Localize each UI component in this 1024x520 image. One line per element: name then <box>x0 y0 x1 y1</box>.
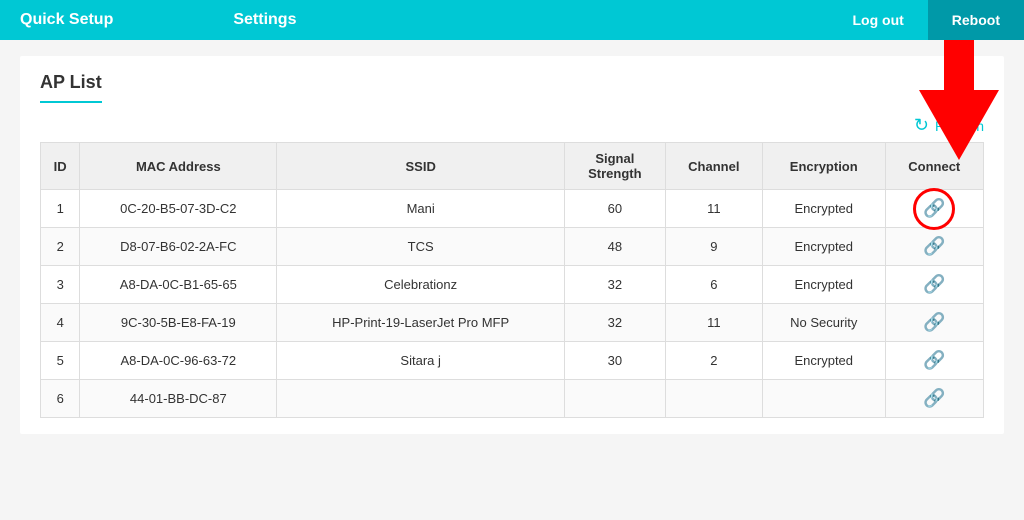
ap-list-table: ID MAC Address SSID SignalStrength Chann… <box>40 142 984 418</box>
cell-mac: 44-01-BB-DC-87 <box>80 380 277 418</box>
nav-right: Log out Reboot <box>828 0 1024 40</box>
cell-encryption: Encrypted <box>763 228 886 266</box>
page-title: AP List <box>40 72 102 103</box>
cell-channel: 2 <box>665 342 762 380</box>
cell-ssid: HP-Print-19-LaserJet Pro MFP <box>277 304 565 342</box>
table-header-row: ID MAC Address SSID SignalStrength Chann… <box>41 143 984 190</box>
table-row: 3 A8-DA-0C-B1-65-65 Celebrationz 32 6 En… <box>41 266 984 304</box>
table-row: 4 9C-30-5B-E8-FA-19 HP-Print-19-LaserJet… <box>41 304 984 342</box>
cell-ssid <box>277 380 565 418</box>
cell-ssid: Sitara j <box>277 342 565 380</box>
reboot-button[interactable]: Reboot <box>928 0 1024 40</box>
toolbar: ↻ Refresh <box>40 115 984 136</box>
cell-id: 6 <box>41 380 80 418</box>
table-row: 1 0C-20-B5-07-3D-C2 Mani 60 11 Encrypted… <box>41 190 984 228</box>
connect-icon[interactable]: 🔗 <box>923 388 945 409</box>
cell-channel: 9 <box>665 228 762 266</box>
table-row: 6 44-01-BB-DC-87 🔗 <box>41 380 984 418</box>
cell-mac: D8-07-B6-02-2A-FC <box>80 228 277 266</box>
cell-signal: 32 <box>565 304 666 342</box>
table-row: 5 A8-DA-0C-96-63-72 Sitara j 30 2 Encryp… <box>41 342 984 380</box>
cell-ssid: Celebrationz <box>277 266 565 304</box>
col-mac: MAC Address <box>80 143 277 190</box>
cell-signal: 32 <box>565 266 666 304</box>
cell-ssid: Mani <box>277 190 565 228</box>
refresh-label[interactable]: Refresh <box>935 118 984 134</box>
nav-quick-setup[interactable]: Quick Setup <box>20 11 113 29</box>
main-content: AP List ↻ Refresh ID MAC Address SSID Si… <box>20 56 1004 434</box>
cell-mac: A8-DA-0C-96-63-72 <box>80 342 277 380</box>
col-signal: SignalStrength <box>565 143 666 190</box>
cell-encryption: Encrypted <box>763 266 886 304</box>
cell-signal: 60 <box>565 190 666 228</box>
cell-encryption: Encrypted <box>763 342 886 380</box>
cell-id: 1 <box>41 190 80 228</box>
cell-connect: 🔗 <box>885 380 983 418</box>
connect-icon[interactable]: 🔗 <box>923 350 945 371</box>
table-row: 2 D8-07-B6-02-2A-FC TCS 48 9 Encrypted 🔗 <box>41 228 984 266</box>
col-encryption: Encryption <box>763 143 886 190</box>
cell-connect: 🔗 <box>885 304 983 342</box>
cell-encryption: No Security <box>763 304 886 342</box>
cell-signal: 48 <box>565 228 666 266</box>
connect-icon-circled[interactable]: 🔗 <box>923 198 945 219</box>
logout-button[interactable]: Log out <box>828 0 927 40</box>
cell-mac: 0C-20-B5-07-3D-C2 <box>80 190 277 228</box>
cell-channel <box>665 380 762 418</box>
cell-id: 3 <box>41 266 80 304</box>
cell-encryption: Encrypted <box>763 190 886 228</box>
nav-settings[interactable]: Settings <box>233 11 296 29</box>
cell-connect: 🔗 <box>885 190 983 228</box>
cell-signal: 30 <box>565 342 666 380</box>
cell-mac: 9C-30-5B-E8-FA-19 <box>80 304 277 342</box>
col-connect: Connect <box>885 143 983 190</box>
navbar: Quick Setup Settings Log out Reboot <box>0 0 1024 40</box>
connect-icon[interactable]: 🔗 <box>923 312 945 333</box>
cell-encryption <box>763 380 886 418</box>
cell-signal <box>565 380 666 418</box>
cell-id: 5 <box>41 342 80 380</box>
cell-channel: 11 <box>665 304 762 342</box>
cell-connect: 🔗 <box>885 266 983 304</box>
connect-icon[interactable]: 🔗 <box>923 236 945 257</box>
refresh-icon[interactable]: ↻ <box>914 115 929 136</box>
cell-id: 4 <box>41 304 80 342</box>
cell-mac: A8-DA-0C-B1-65-65 <box>80 266 277 304</box>
col-id: ID <box>41 143 80 190</box>
cell-connect: 🔗 <box>885 342 983 380</box>
cell-channel: 6 <box>665 266 762 304</box>
cell-ssid: TCS <box>277 228 565 266</box>
col-channel: Channel <box>665 143 762 190</box>
col-ssid: SSID <box>277 143 565 190</box>
connect-icon[interactable]: 🔗 <box>923 274 945 295</box>
cell-channel: 11 <box>665 190 762 228</box>
cell-id: 2 <box>41 228 80 266</box>
cell-connect: 🔗 <box>885 228 983 266</box>
